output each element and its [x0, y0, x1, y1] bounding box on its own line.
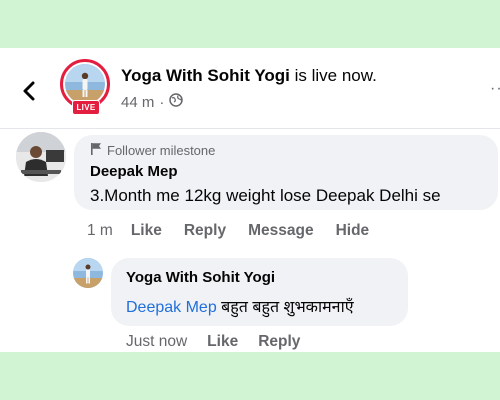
divider [0, 128, 500, 129]
post-title: Yoga With Sohit Yogi is live now. [121, 66, 377, 86]
mention-link[interactable]: Deepak Mep [126, 299, 217, 316]
more-icon[interactable]: ··· [490, 80, 500, 98]
reply-message: बहुत बहुत शुभकामनाएँ [216, 299, 354, 316]
page-name-link[interactable]: Yoga With Sohit Yogi [121, 66, 290, 85]
reply-timestamp[interactable]: Just now [126, 333, 187, 351]
comment-reply-button[interactable]: Reply [184, 222, 226, 240]
post-timestamp[interactable]: 44 m [121, 94, 154, 111]
comment-author[interactable]: Deepak Mep [90, 163, 178, 180]
reply-avatar[interactable] [73, 258, 103, 288]
comment-actions: 1 m Like Reply Message Hide [87, 222, 391, 240]
follower-milestone-badge: Follower milestone [90, 142, 215, 158]
reply-actions: Just now Like Reply [126, 333, 320, 351]
comment-timestamp[interactable]: 1 m [87, 222, 113, 240]
reply-text: Deepak Mep बहुत बहुत शुभकामनाएँ [126, 295, 354, 317]
post-card: LIVE Yoga With Sohit Yogi is live now. 4… [0, 48, 500, 352]
flag-icon [90, 142, 102, 158]
reply-reply-button[interactable]: Reply [258, 333, 300, 351]
comment-like-button[interactable]: Like [131, 222, 162, 240]
globe-icon [169, 93, 184, 111]
comment-text: 3.Month me 12kg weight lose Deepak Delhi… [90, 186, 441, 205]
reply-author[interactable]: Yoga With Sohit Yogi [126, 269, 275, 286]
comment-message-button[interactable]: Message [248, 222, 313, 240]
reply-bubble: Yoga With Sohit Yogi Deepak Mep बहुत बहु… [111, 258, 408, 326]
live-badge: LIVE [72, 100, 100, 115]
comment-bubble: Follower milestone Deepak Mep 3.Month me… [74, 135, 498, 210]
back-arrow-icon[interactable] [18, 79, 42, 103]
live-status-text: is live now. [289, 66, 377, 85]
meta-separator: · [159, 93, 165, 111]
commenter-avatar[interactable] [16, 132, 66, 182]
milestone-label: Follower milestone [107, 142, 216, 158]
post-meta: 44 m · [121, 93, 184, 111]
reply-like-button[interactable]: Like [207, 333, 238, 351]
comment-hide-button[interactable]: Hide [336, 222, 370, 240]
